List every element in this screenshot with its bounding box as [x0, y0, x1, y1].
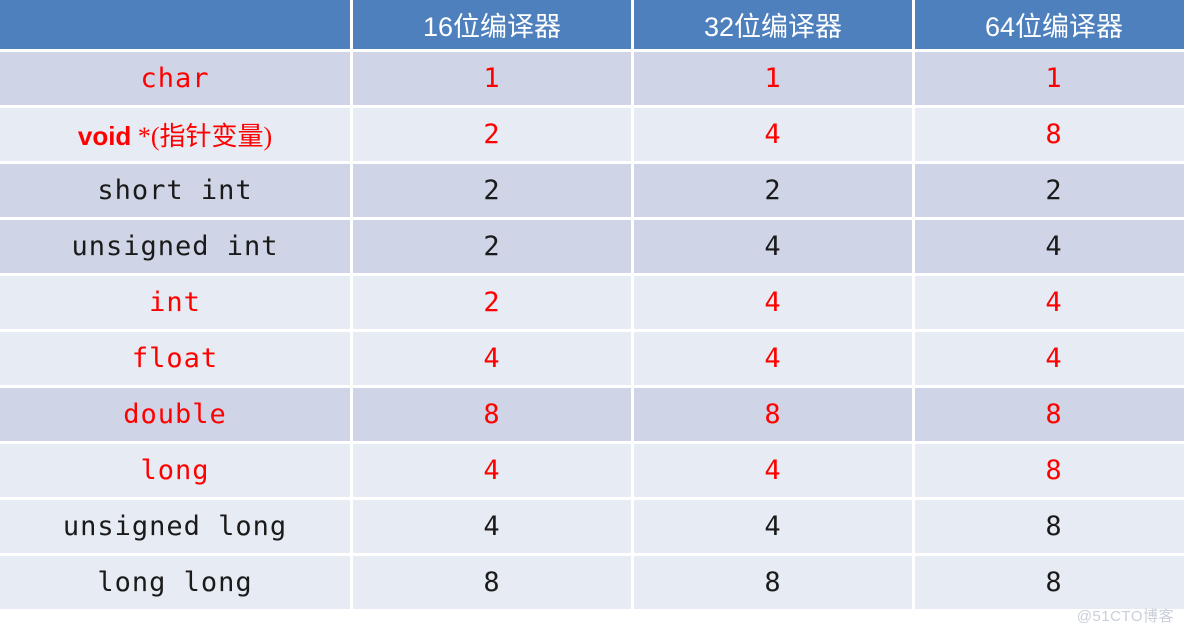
cell-type-name: float — [0, 332, 350, 385]
table-row: unsigned long 4 4 8 — [0, 500, 1184, 553]
column-header-32bit: 32位编译器 — [634, 0, 912, 49]
cell-type-name: double — [0, 388, 350, 441]
data-type-size-table: 16位编译器 32位编译器 64位编译器 char 1 1 1 void *(指针变量)… — [0, 0, 1184, 612]
cell-size-16bit: 2 — [353, 164, 631, 217]
cell-size-32bit: 2 — [634, 164, 912, 217]
column-header-16bit: 16位编译器 — [353, 0, 631, 49]
column-header-type — [0, 0, 350, 49]
cell-size-32bit: 8 — [634, 556, 912, 609]
cell-size-32bit: 4 — [634, 276, 912, 329]
size-table-container: 16位编译器 32位编译器 64位编译器 char 1 1 1 void *(指针变量)… — [0, 0, 1184, 632]
cell-size-16bit: 2 — [353, 220, 631, 273]
cell-size-64bit: 8 — [915, 108, 1184, 161]
type-annotation: *(指针变量) — [131, 122, 273, 151]
table-body: char 1 1 1 void *(指针变量) 2 4 8 short int 2 2 2 unsign… — [0, 52, 1184, 609]
type-keyword: void — [77, 121, 132, 151]
cell-size-32bit: 4 — [634, 500, 912, 553]
table-header: 16位编译器 32位编译器 64位编译器 — [0, 0, 1184, 49]
table-row: unsigned int 2 4 4 — [0, 220, 1184, 273]
table-row: float 4 4 4 — [0, 332, 1184, 385]
cell-size-16bit: 2 — [353, 276, 631, 329]
cell-type-name: long long — [0, 556, 350, 609]
table-row: int 2 4 4 — [0, 276, 1184, 329]
cell-type-name: int — [0, 276, 350, 329]
cell-size-32bit: 4 — [634, 108, 912, 161]
cell-type-name: void *(指针变量) — [0, 108, 350, 161]
cell-size-64bit: 4 — [915, 332, 1184, 385]
cell-size-64bit: 2 — [915, 164, 1184, 217]
table-row: short int 2 2 2 — [0, 164, 1184, 217]
cell-size-64bit: 8 — [915, 500, 1184, 553]
cell-type-name: unsigned long — [0, 500, 350, 553]
cell-size-16bit: 2 — [353, 108, 631, 161]
table-row: long 4 4 8 — [0, 444, 1184, 497]
cell-size-32bit: 4 — [634, 332, 912, 385]
cell-size-16bit: 1 — [353, 52, 631, 105]
cell-type-name: char — [0, 52, 350, 105]
cell-size-16bit: 4 — [353, 444, 631, 497]
table-row: char 1 1 1 — [0, 52, 1184, 105]
table-header-row: 16位编译器 32位编译器 64位编译器 — [0, 0, 1184, 49]
cell-type-name: long — [0, 444, 350, 497]
cell-size-64bit: 8 — [915, 388, 1184, 441]
cell-size-64bit: 1 — [915, 52, 1184, 105]
cell-size-16bit: 8 — [353, 388, 631, 441]
cell-type-name: unsigned int — [0, 220, 350, 273]
cell-size-32bit: 8 — [634, 388, 912, 441]
cell-size-32bit: 4 — [634, 444, 912, 497]
column-header-64bit: 64位编译器 — [915, 0, 1184, 49]
cell-size-16bit: 4 — [353, 332, 631, 385]
cell-size-64bit: 4 — [915, 276, 1184, 329]
table-row: long long 8 8 8 — [0, 556, 1184, 609]
cell-size-16bit: 4 — [353, 500, 631, 553]
cell-size-32bit: 4 — [634, 220, 912, 273]
cell-size-32bit: 1 — [634, 52, 912, 105]
table-row: double 8 8 8 — [0, 388, 1184, 441]
cell-size-64bit: 8 — [915, 556, 1184, 609]
cell-type-name: short int — [0, 164, 350, 217]
cell-size-16bit: 8 — [353, 556, 631, 609]
table-row: void *(指针变量) 2 4 8 — [0, 108, 1184, 161]
cell-size-64bit: 8 — [915, 444, 1184, 497]
cell-size-64bit: 4 — [915, 220, 1184, 273]
